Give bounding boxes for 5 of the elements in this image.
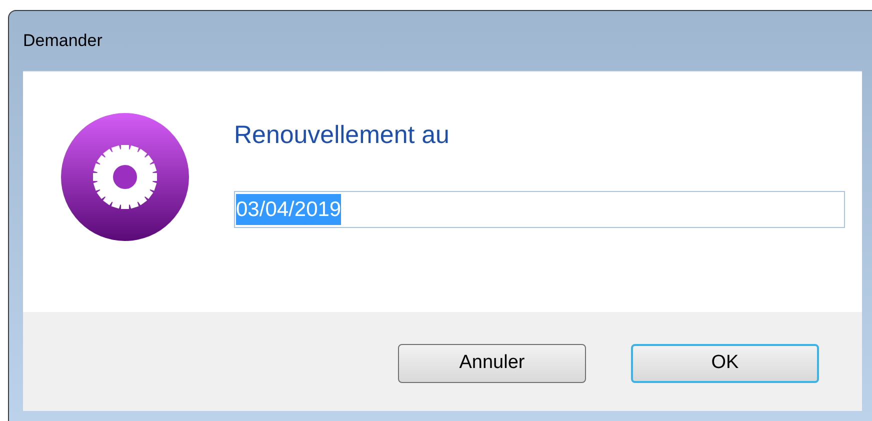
prompt-text: Renouvellement au [234,120,450,150]
dialog-button[interactable]: OK [631,344,819,383]
window-title: Demander [23,30,102,52]
dialog-button[interactable]: Annuler [398,344,586,383]
gear-icon [60,112,190,242]
